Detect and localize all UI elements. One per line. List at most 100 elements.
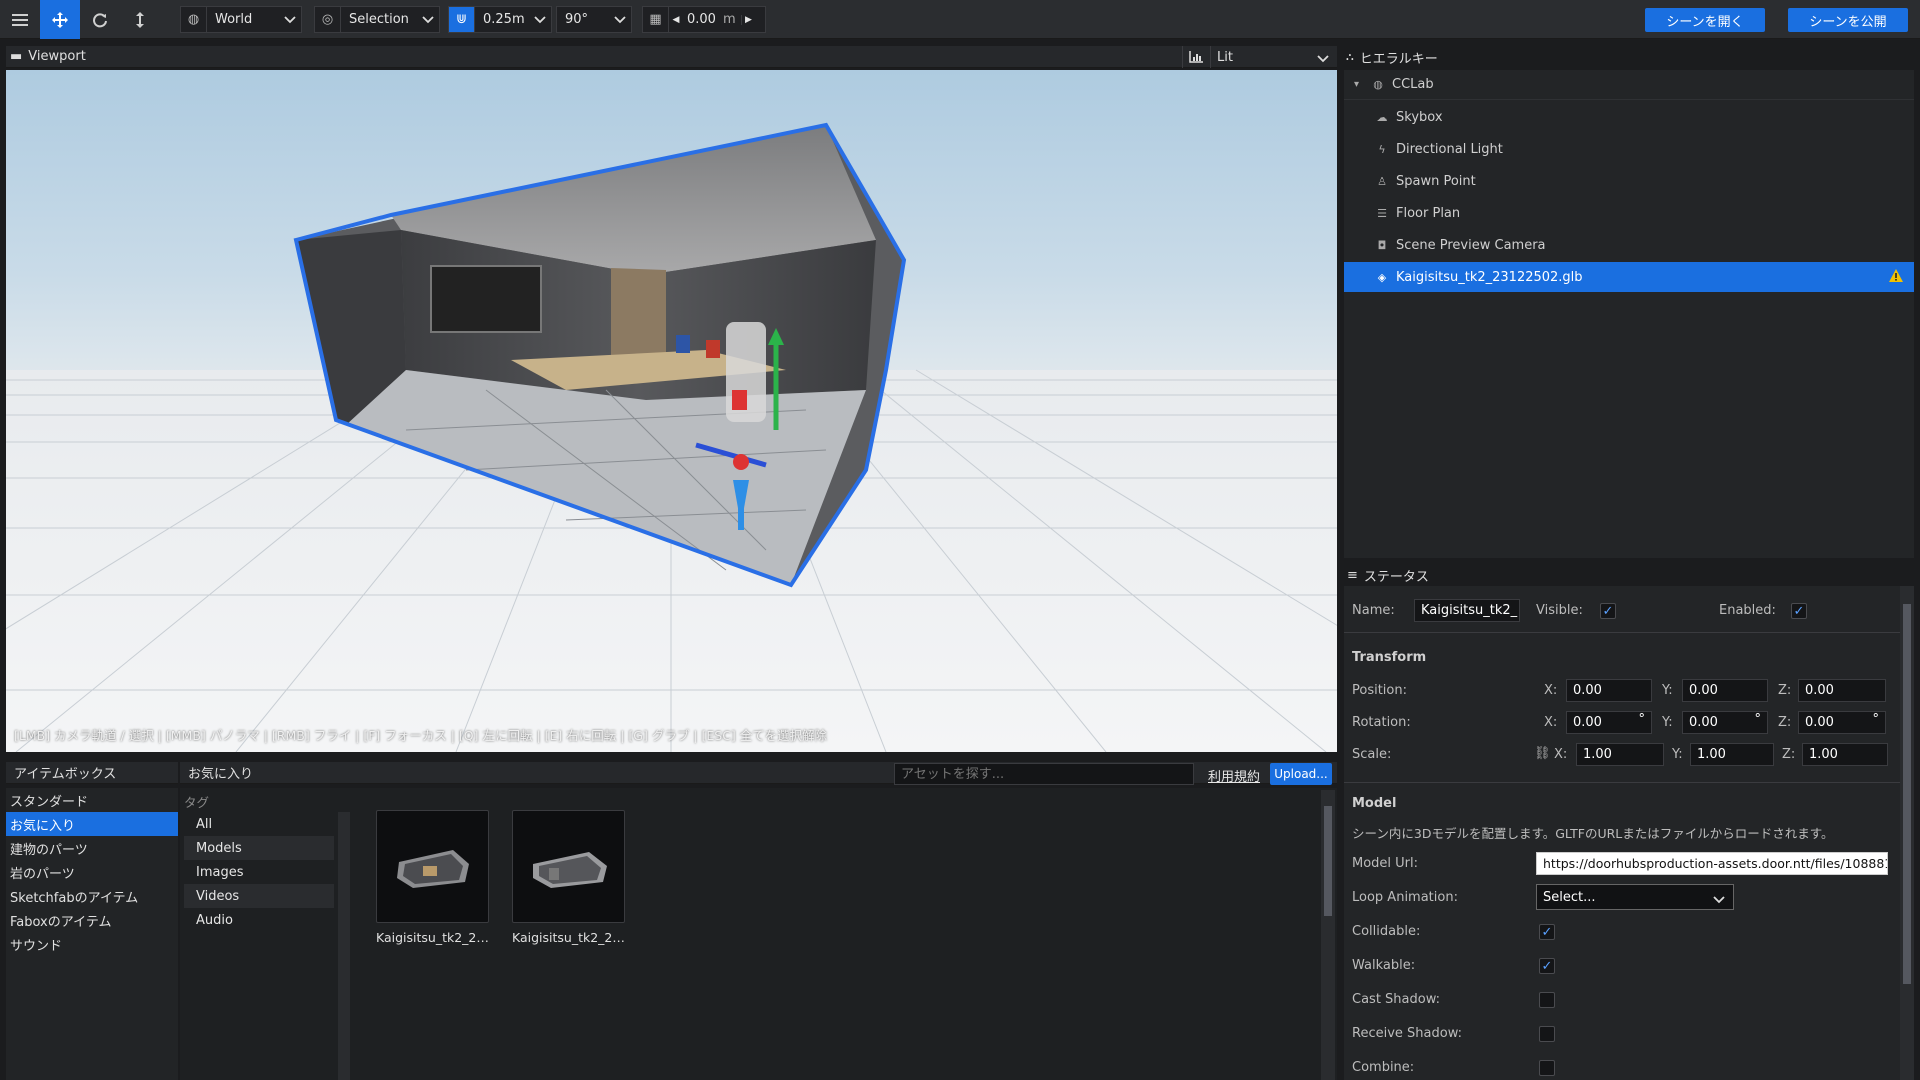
upload-button[interactable]: Upload... [1270, 763, 1332, 785]
snap-value: 0.25m [483, 12, 525, 27]
rotate-icon [93, 12, 107, 27]
visible-checkbox[interactable]: ✓ [1600, 603, 1616, 619]
category-item[interactable]: Sketchfabのアイテム [6, 884, 178, 908]
tag-images[interactable]: Images [184, 860, 334, 884]
rotate-tool-button[interactable] [80, 0, 120, 39]
hierarchy-item-label: Kaigisitsu_tk2_23122502.glb [1396, 269, 1583, 285]
translate-tool-button[interactable] [40, 0, 80, 39]
scrollbar-thumb[interactable] [1903, 604, 1911, 984]
scene-render[interactable] [6, 70, 1337, 752]
rotation-y-value: 0.00 [1689, 715, 1718, 730]
target-icon: ◎ [315, 7, 341, 32]
category-item-selected[interactable]: お気に入り [6, 812, 178, 836]
category-item[interactable]: 建物のパーツ [6, 836, 178, 860]
hierarchy-item-model[interactable]: ◈ Kaigisitsu_tk2_23122502.glb [1344, 262, 1914, 292]
category-item[interactable]: 岩のパーツ [6, 860, 178, 884]
viewport-header: ▬ Viewport Lit [6, 46, 1337, 68]
hierarchy-item-skybox[interactable]: ☁ Skybox [1344, 102, 1914, 132]
visible-label: Visible: [1536, 603, 1583, 618]
hierarchy-item-floor-plan[interactable]: ☰ Floor Plan [1344, 198, 1914, 228]
tag-all[interactable]: All [184, 812, 334, 836]
status-scrollbar[interactable] [1900, 586, 1914, 1080]
grid-icon: ▦ [643, 7, 669, 32]
scrollbar-thumb[interactable] [1324, 806, 1332, 916]
grid-value[interactable]: 0.00 [683, 12, 723, 27]
hierarchy-item-spawn-point[interactable]: ♙ Spawn Point [1344, 166, 1914, 196]
increment-arrow-icon[interactable]: ▶ [741, 14, 755, 25]
expand-caret-icon[interactable]: ▾ [1354, 79, 1370, 90]
list-icon: ≡ [1347, 567, 1358, 583]
walkable-label: Walkable: [1352, 958, 1416, 973]
vertical-arrows-icon [136, 11, 144, 28]
3d-viewport[interactable]: [LMB] カメラ軌道 / 選択 | [MMB] パノラマ | [RMB] フラ… [6, 70, 1337, 752]
snap-select[interactable]: ⋓ 0.25m [448, 6, 552, 33]
axis-x-label: X: [1544, 715, 1558, 730]
receive-shadow-checkbox[interactable] [1539, 1026, 1555, 1042]
loop-animation-select[interactable]: Select... [1536, 884, 1734, 910]
chevron-down-icon [529, 15, 551, 24]
cast-shadow-checkbox[interactable] [1539, 992, 1555, 1008]
asset-scrollbar[interactable] [1321, 790, 1335, 1080]
menu-button[interactable] [0, 0, 40, 39]
selection-mode-select[interactable]: ◎ Selection [314, 6, 440, 33]
category-item[interactable]: スタンダード [6, 788, 178, 812]
magnet-icon[interactable]: ⋓ [449, 7, 475, 32]
rotation-x-input[interactable]: 0.00 ° [1566, 711, 1652, 734]
axis-y-label: Y: [1672, 747, 1683, 762]
hierarchy-item-label: Scene Preview Camera [1396, 237, 1546, 253]
tag-audio[interactable]: Audio [184, 908, 334, 932]
scale-y-input[interactable]: 1.00 [1690, 743, 1774, 766]
axis-x-label: X: [1554, 747, 1568, 762]
link-icon[interactable]: ⛓ [1534, 746, 1551, 761]
position-y-input[interactable]: 0.00 [1682, 679, 1768, 702]
cloud-icon: ☁ [1376, 110, 1388, 124]
terms-link[interactable]: 利用規約 [1208, 766, 1260, 785]
position-x-input[interactable]: 0.00 [1566, 679, 1652, 702]
open-scene-button[interactable]: シーンを開く [1645, 8, 1765, 32]
collidable-checkbox[interactable]: ✓ [1539, 924, 1555, 940]
model-url-label: Model Url: [1352, 856, 1419, 871]
scale-x-input[interactable]: 1.00 [1576, 743, 1664, 766]
walkable-checkbox[interactable]: ✓ [1539, 958, 1555, 974]
hierarchy-item-scene-preview-camera[interactable]: ◘ Scene Preview Camera [1344, 230, 1914, 260]
asset-thumbnail[interactable] [376, 810, 489, 923]
decrement-arrow-icon[interactable]: ◀ [669, 15, 683, 25]
stats-chart-icon[interactable] [1182, 46, 1208, 68]
model-url-input[interactable]: https://doorhubsproduction-assets.door.n… [1536, 852, 1888, 875]
tag-models[interactable]: Models [184, 836, 334, 860]
position-z-input[interactable]: 0.00 [1798, 679, 1886, 702]
hierarchy-item-label: Directional Light [1396, 141, 1503, 157]
enabled-checkbox[interactable]: ✓ [1791, 603, 1807, 619]
axis-z-label: Z: [1782, 747, 1796, 762]
combine-checkbox[interactable] [1539, 1060, 1555, 1076]
hierarchy-item-directional-light[interactable]: ϟ Directional Light [1344, 134, 1914, 164]
name-label: Name: [1352, 603, 1395, 618]
tag-videos[interactable]: Videos [184, 884, 334, 908]
model-description: シーン内に3Dモデルを配置します。GLTFのURLまたはファイルからロードされま… [1352, 826, 1834, 841]
hierarchy-item-label: Skybox [1396, 109, 1443, 125]
hierarchy-root[interactable]: ▾ ◍ CCLab [1344, 70, 1914, 100]
category-item[interactable]: Faboxのアイテム [6, 908, 178, 932]
degree-symbol: ° [1754, 712, 1762, 727]
divider [1344, 782, 1900, 783]
loop-animation-value: Select... [1543, 889, 1596, 905]
category-item[interactable]: サウンド [6, 932, 178, 956]
rotation-z-input[interactable]: 0.00 ° [1798, 711, 1886, 734]
rotation-label: Rotation: [1352, 715, 1411, 730]
asset-search-input[interactable] [894, 763, 1194, 785]
publish-scene-button[interactable]: シーンを公開 [1788, 8, 1908, 32]
rotate-snap-select[interactable]: 90° [556, 6, 632, 33]
scale-z-input[interactable]: 1.00 [1802, 743, 1888, 766]
tag-scrollbar[interactable] [338, 812, 350, 1080]
warning-icon[interactable] [1888, 268, 1904, 287]
status-panel: Name: Kaigisitsu_tk2_ Visible: ✓ Enabled… [1344, 586, 1900, 1080]
scale-tool-button[interactable] [120, 0, 160, 39]
rotation-y-input[interactable]: 0.00 ° [1682, 711, 1768, 734]
viewport-title: Viewport [28, 49, 86, 64]
space-select[interactable]: ◍ World [180, 6, 302, 33]
grid-stepper[interactable]: ▦ ◀ 0.00 m ▶ [642, 6, 766, 33]
shading-select[interactable]: Lit [1210, 46, 1337, 68]
cube-icon: ◈ [1377, 270, 1387, 284]
asset-thumbnail[interactable] [512, 810, 625, 923]
name-input[interactable]: Kaigisitsu_tk2_ [1414, 599, 1520, 622]
